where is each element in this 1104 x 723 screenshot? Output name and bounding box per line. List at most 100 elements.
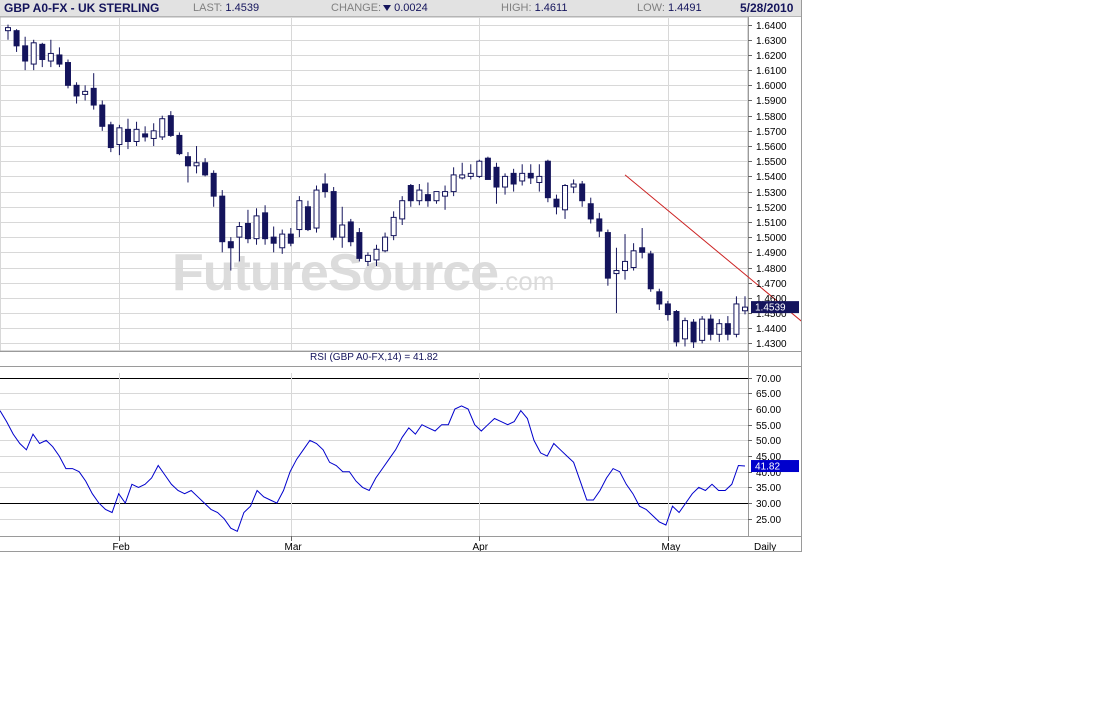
candle [124, 118, 131, 150]
candle [253, 208, 260, 245]
candle [356, 228, 363, 262]
candle [596, 212, 603, 238]
price-and-rsi-chart: 1.6400 1.6300 1.6200 1.6100 1.6000 1.5900 1.58… [0, 17, 801, 551]
candle-body-down [244, 222, 251, 240]
rsi-tick-label: 60.00 [756, 405, 781, 416]
candle [227, 237, 234, 271]
candle-body-down [107, 124, 114, 149]
candle-body-down [56, 54, 63, 65]
candle [579, 180, 586, 207]
candle-body-up [733, 303, 740, 335]
price-tick-label: 1.5900 [756, 96, 787, 107]
price-tick-label: 1.5200 [756, 203, 787, 214]
candle-body-down [304, 206, 311, 231]
candle [210, 170, 217, 207]
candle [159, 115, 166, 140]
candle [493, 162, 500, 204]
candle-body-down [330, 191, 337, 238]
candle [622, 234, 629, 280]
last-label: LAST: [193, 2, 223, 14]
candle-body-down [724, 323, 731, 335]
candle-body-up [442, 191, 449, 197]
candle [347, 218, 354, 247]
candle-body-up [562, 185, 569, 211]
candle-body-down [587, 203, 594, 220]
candle-body-down [484, 157, 491, 180]
candle-body-up [236, 226, 243, 238]
candle [639, 228, 646, 259]
candle-body-down [73, 84, 80, 97]
rsi-tick-label: 35.00 [756, 483, 781, 494]
candle [339, 206, 346, 248]
candle-body-down [322, 183, 329, 193]
candle [82, 85, 89, 101]
candle-body-up [133, 128, 140, 142]
low-label: LOW: [637, 2, 665, 14]
candle-body-down [707, 318, 714, 335]
candle [107, 121, 114, 153]
candle-body-down [64, 62, 71, 86]
last-value: 1.4539 [225, 2, 260, 14]
rsi-title: RSI (GBP A0-FX,14) = 41.82 [310, 352, 438, 363]
month-label: May [662, 542, 681, 551]
candle-body-down [210, 172, 217, 197]
candle-body-down [510, 172, 517, 185]
candle-body-down [167, 115, 174, 136]
candle [296, 196, 303, 238]
price-tick-label: 1.6000 [756, 81, 787, 92]
chart-window: GBP A0-FX - UK STERLING LAST: 1.4539 CHA… [0, 0, 802, 552]
candle-body-up [682, 320, 689, 340]
price-tick-label: 1.5800 [756, 112, 787, 123]
candle [287, 228, 294, 247]
candle-layer [5, 24, 748, 348]
candle [656, 288, 663, 311]
candle-body-up [742, 306, 748, 312]
candle [510, 168, 517, 192]
quote-date: 5/28/2010 [740, 1, 794, 15]
candle [47, 39, 54, 68]
candle [22, 36, 29, 71]
candle-body-down [553, 198, 560, 208]
candle-body-down [647, 253, 654, 290]
candle [613, 247, 620, 314]
change: CHANGE: 0.0024 [331, 0, 428, 16]
candle-body-up [390, 216, 397, 237]
price-tick-label: 1.5700 [756, 127, 787, 138]
last-price-box-label: 1.4539 [755, 303, 786, 314]
candle-body-up [47, 52, 54, 62]
rsi-tick-label: 30.00 [756, 499, 781, 510]
candle-body-down [90, 87, 97, 106]
quote-header-bar: GBP A0-FX - UK STERLING LAST: 1.4539 CHA… [0, 0, 801, 17]
candle [39, 42, 46, 68]
rsi-layer [0, 405, 746, 532]
candle [244, 209, 251, 244]
candle-body-down [22, 45, 29, 62]
candle-body-up [536, 175, 543, 183]
candle [262, 205, 269, 245]
candle-body-up [159, 118, 166, 138]
candle-body-down [596, 218, 603, 232]
candle [270, 226, 277, 253]
candle [407, 184, 414, 207]
candle [604, 229, 611, 286]
candle [716, 319, 723, 342]
candle-body-down [579, 183, 586, 202]
candle [519, 164, 526, 186]
candle [724, 316, 731, 341]
candle [442, 185, 449, 210]
high-value: 1.4611 [534, 2, 568, 14]
candle-body-up [373, 248, 380, 261]
candle [236, 221, 243, 262]
candle-body-down [664, 303, 671, 316]
candle [673, 310, 680, 347]
price-tick-label: 1.4400 [756, 324, 787, 335]
grid-layer [0, 17, 801, 537]
candle [733, 296, 740, 338]
candle [433, 191, 440, 204]
candle-body-down [639, 247, 646, 253]
candle-body-up [716, 323, 723, 335]
candle-body-down [270, 236, 277, 244]
candle [193, 146, 200, 174]
candle [167, 111, 174, 137]
candle-body-up [30, 42, 37, 65]
